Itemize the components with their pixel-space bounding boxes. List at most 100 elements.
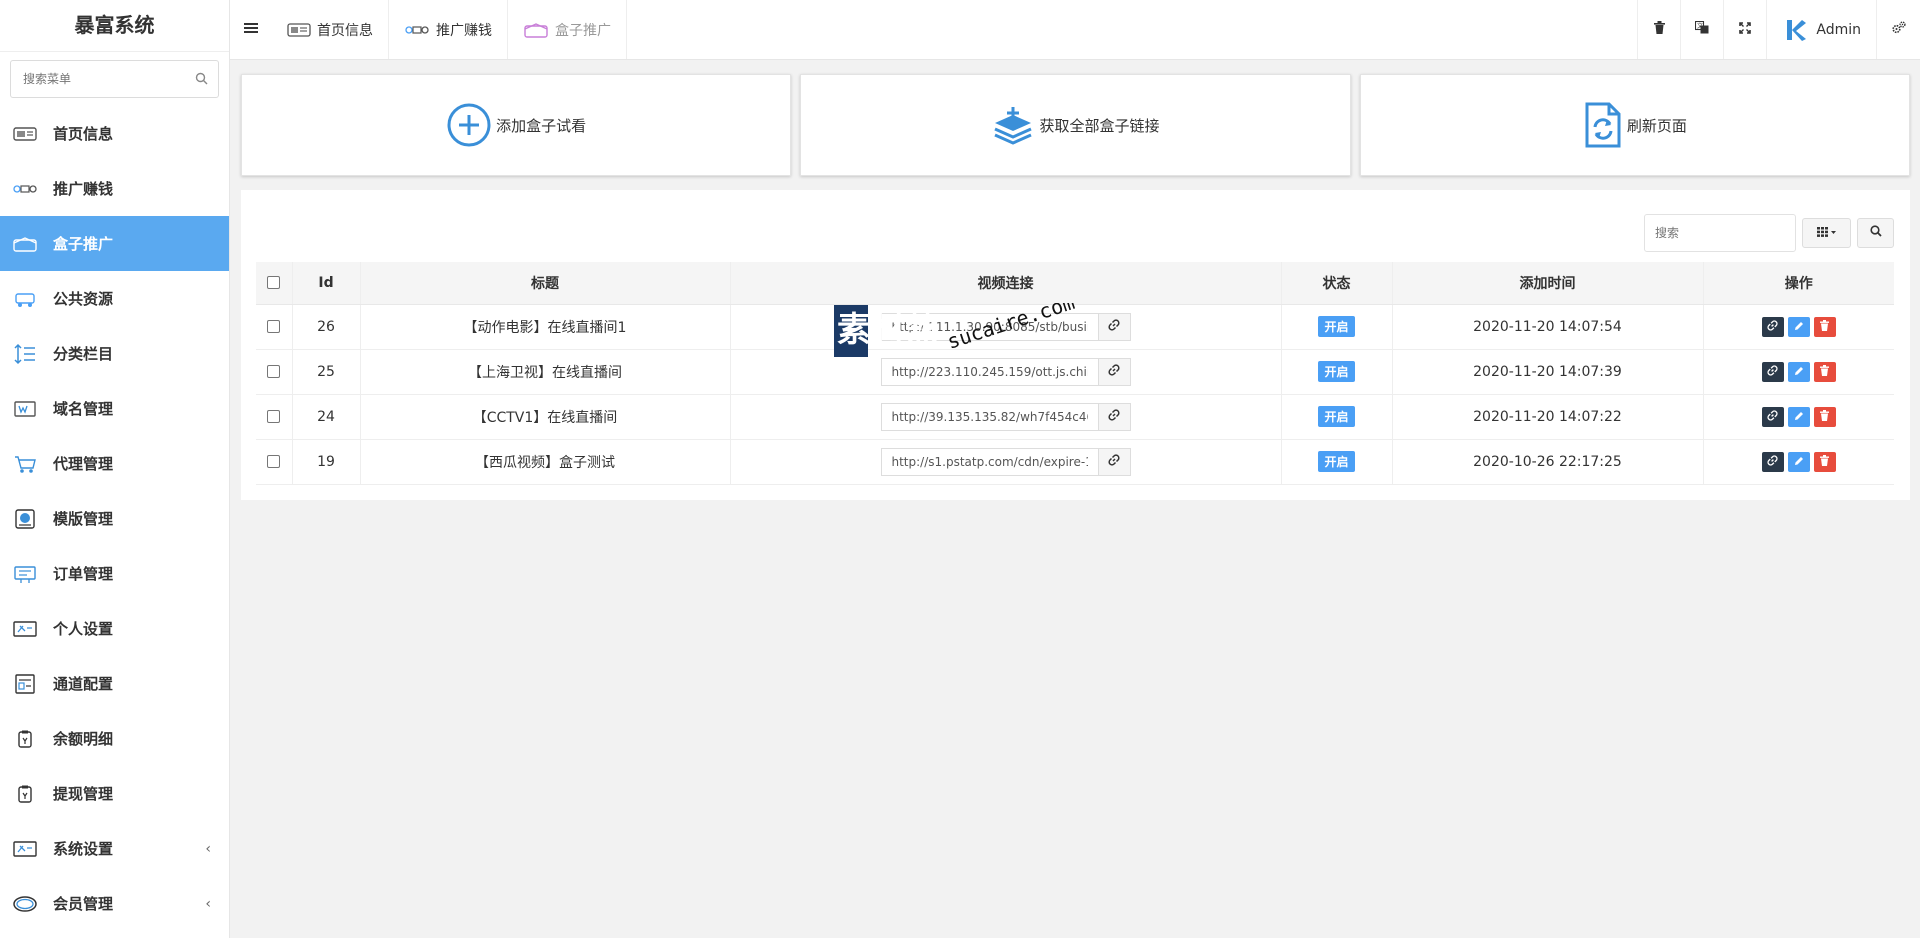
clear-cache-button[interactable] (1637, 0, 1680, 59)
sidebar-item-channel[interactable]: 通道配置 (0, 656, 229, 711)
cell-video-url (729, 439, 1281, 485)
row-checkbox[interactable] (267, 320, 281, 333)
pencil-icon (1794, 364, 1804, 380)
trash-icon (1820, 454, 1830, 470)
add-box-trial-button[interactable]: 添加盒子试看 (241, 74, 792, 176)
box-icon (523, 21, 549, 39)
status-badge[interactable]: 开启 (1318, 361, 1355, 382)
sidebar-item-category[interactable]: 分类栏目 (0, 326, 229, 381)
sidebar-item-member[interactable]: 会员管理 ‹ (0, 876, 229, 931)
sidebar-item-resources[interactable]: 公共资源 (0, 271, 229, 326)
tab-dashboard[interactable]: 首页信息 (272, 0, 389, 59)
template-icon (12, 508, 38, 530)
table-search-input[interactable] (1644, 214, 1796, 252)
cell-created-time: 2020-11-20 14:07:22 (1391, 394, 1703, 440)
language-button[interactable]: 文 (1680, 0, 1723, 59)
video-url-field[interactable] (880, 447, 1098, 476)
sidebar-item-promotion[interactable]: 推广赚钱 (0, 161, 229, 216)
cell-status: 开启 (1280, 439, 1392, 485)
status-badge[interactable]: 开启 (1318, 316, 1355, 337)
tab-label: 首页信息 (317, 22, 373, 39)
cell-video-url (729, 394, 1281, 440)
tab-promotion[interactable]: 推广赚钱 (389, 0, 508, 59)
expand-icon (1739, 21, 1752, 38)
tab-box-promotion[interactable]: 盒子推广 (508, 0, 627, 59)
user-menu[interactable]: Admin (1766, 0, 1876, 59)
promotion-icon (12, 178, 38, 200)
get-all-links-button[interactable]: 获取全部盒子链接 (800, 74, 1351, 176)
brand-title: 暴富系统 (0, 0, 229, 52)
search-icon (1869, 225, 1882, 241)
sidebar-item-domain[interactable]: 域名管理 (0, 381, 229, 436)
copy-link-button[interactable] (1097, 402, 1131, 431)
edit-button[interactable] (1787, 406, 1810, 427)
select-all-cell (256, 262, 292, 305)
sidebar-item-template[interactable]: 模版管理 (0, 491, 229, 546)
view-link-button[interactable] (1761, 361, 1784, 382)
video-url-field[interactable] (880, 357, 1098, 386)
column-header-status[interactable]: 状态 (1280, 262, 1392, 305)
refresh-page-button[interactable]: 刷新页面 (1359, 74, 1910, 176)
copy-link-button[interactable] (1097, 312, 1131, 341)
table-toolbar (1644, 214, 1894, 252)
row-checkbox[interactable] (267, 410, 281, 423)
row-select-cell (256, 304, 292, 350)
cell-title: 【西瓜视频】盒子测试 (359, 439, 730, 485)
columns-toggle-button[interactable] (1802, 218, 1851, 248)
sidebar-item-order[interactable]: 订单管理 (0, 546, 229, 601)
topbar-right: 文 Admin (1637, 0, 1920, 59)
edit-button[interactable] (1787, 316, 1810, 337)
select-all-checkbox[interactable] (267, 276, 281, 290)
delete-button[interactable] (1813, 316, 1836, 337)
status-badge[interactable]: 开启 (1318, 406, 1355, 427)
sidebar-item-box-promotion[interactable]: 盒子推广 (0, 216, 229, 271)
order-icon (12, 563, 38, 585)
view-link-button[interactable] (1761, 406, 1784, 427)
balance-icon (12, 728, 38, 750)
member-icon (12, 893, 38, 915)
table-row: 24【CCTV1】在线直播间 开启 2020-11-20 14:07:22 (256, 394, 1894, 440)
copy-link-button[interactable] (1097, 357, 1131, 386)
table-row: 25【上海卫视】在线直播间 开启 2020-11-20 14:07:39 (256, 349, 1894, 395)
sidebar-item-label: 个人设置 (53, 620, 114, 638)
link-icon (1108, 408, 1120, 425)
column-header-id[interactable]: Id (291, 262, 360, 305)
sidebar-item-label: 系统设置 (53, 840, 114, 858)
column-header-video-url[interactable]: 视频连接 (729, 262, 1281, 305)
chevron-left-icon[interactable]: ‹ (205, 841, 211, 857)
column-header-title[interactable]: 标题 (359, 262, 730, 305)
box-table: Id 标题 视频连接 状态 添加时间 操作 26【动作电影】在线直播间1 开启 20… (256, 262, 1894, 485)
sidebar-item-label: 盒子推广 (53, 235, 114, 253)
delete-button[interactable] (1813, 361, 1836, 382)
delete-button[interactable] (1813, 451, 1836, 472)
url-group (880, 312, 1131, 341)
tab-label: 推广赚钱 (436, 22, 492, 39)
column-header-created-time[interactable]: 添加时间 (1391, 262, 1703, 305)
menu-toggle-button[interactable] (230, 0, 272, 59)
sidebar-item-dashboard[interactable]: 首页信息 (0, 106, 229, 161)
link-icon (1108, 453, 1120, 470)
edit-button[interactable] (1787, 361, 1810, 382)
video-url-field[interactable] (880, 402, 1098, 431)
row-checkbox[interactable] (267, 455, 281, 468)
sidebar-item-balance[interactable]: 余额明细 (0, 711, 229, 766)
chevron-left-icon[interactable]: ‹ (205, 896, 211, 912)
delete-button[interactable] (1813, 406, 1836, 427)
menu-search-input[interactable] (11, 61, 218, 97)
sidebar-item-withdraw[interactable]: 提现管理 (0, 766, 229, 821)
view-link-button[interactable] (1761, 451, 1784, 472)
status-badge[interactable]: 开启 (1318, 451, 1355, 472)
video-url-field[interactable] (880, 312, 1098, 341)
cell-video-url (729, 304, 1281, 350)
row-checkbox[interactable] (267, 365, 281, 378)
copy-link-button[interactable] (1097, 447, 1131, 476)
sidebar-item-profile[interactable]: 个人设置 (0, 601, 229, 656)
settings-button[interactable] (1876, 0, 1920, 59)
edit-button[interactable] (1787, 451, 1810, 472)
sidebar-item-system-settings[interactable]: 系统设置 ‹ (0, 821, 229, 876)
fullscreen-button[interactable] (1723, 0, 1766, 59)
table-search-button[interactable] (1857, 218, 1894, 248)
search-icon[interactable] (195, 72, 208, 89)
sidebar-item-agent[interactable]: 代理管理 (0, 436, 229, 491)
view-link-button[interactable] (1761, 316, 1784, 337)
